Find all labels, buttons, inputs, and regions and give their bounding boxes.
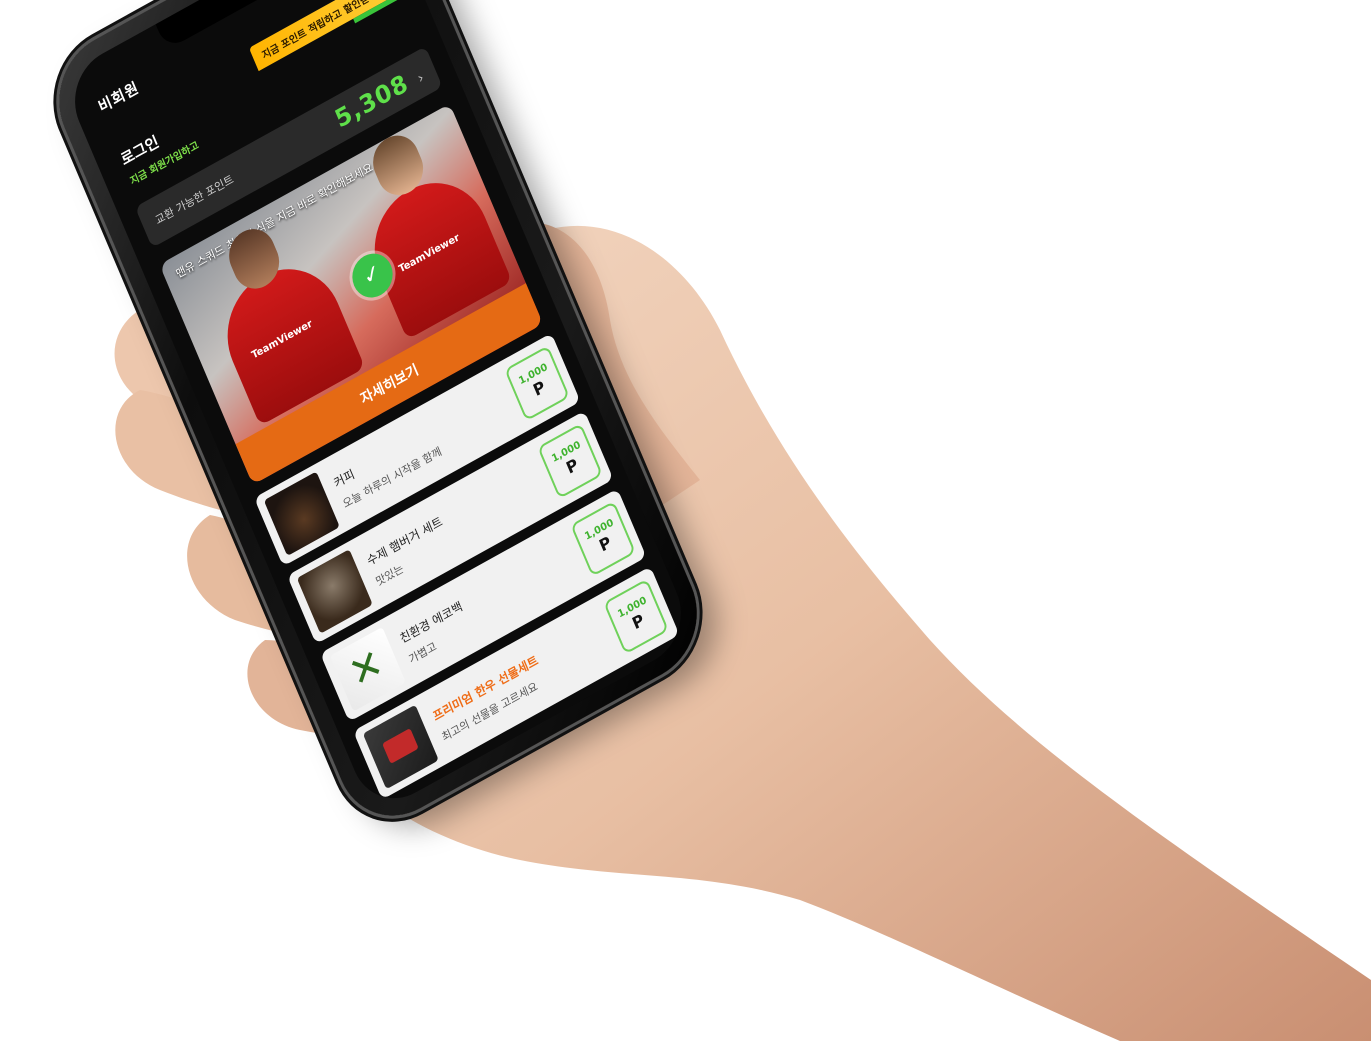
player-head bbox=[221, 220, 287, 298]
page-title: 비회원 bbox=[95, 77, 142, 116]
point-icon: P bbox=[596, 532, 615, 556]
point-icon: P bbox=[629, 609, 648, 634]
point-icon: P bbox=[530, 376, 549, 401]
point-icon: P bbox=[563, 454, 582, 478]
chevron-right-icon: › bbox=[415, 69, 427, 88]
shirt-sponsor-text: TeamViewer bbox=[397, 232, 462, 276]
shirt-sponsor-text: TeamViewer bbox=[250, 318, 315, 362]
